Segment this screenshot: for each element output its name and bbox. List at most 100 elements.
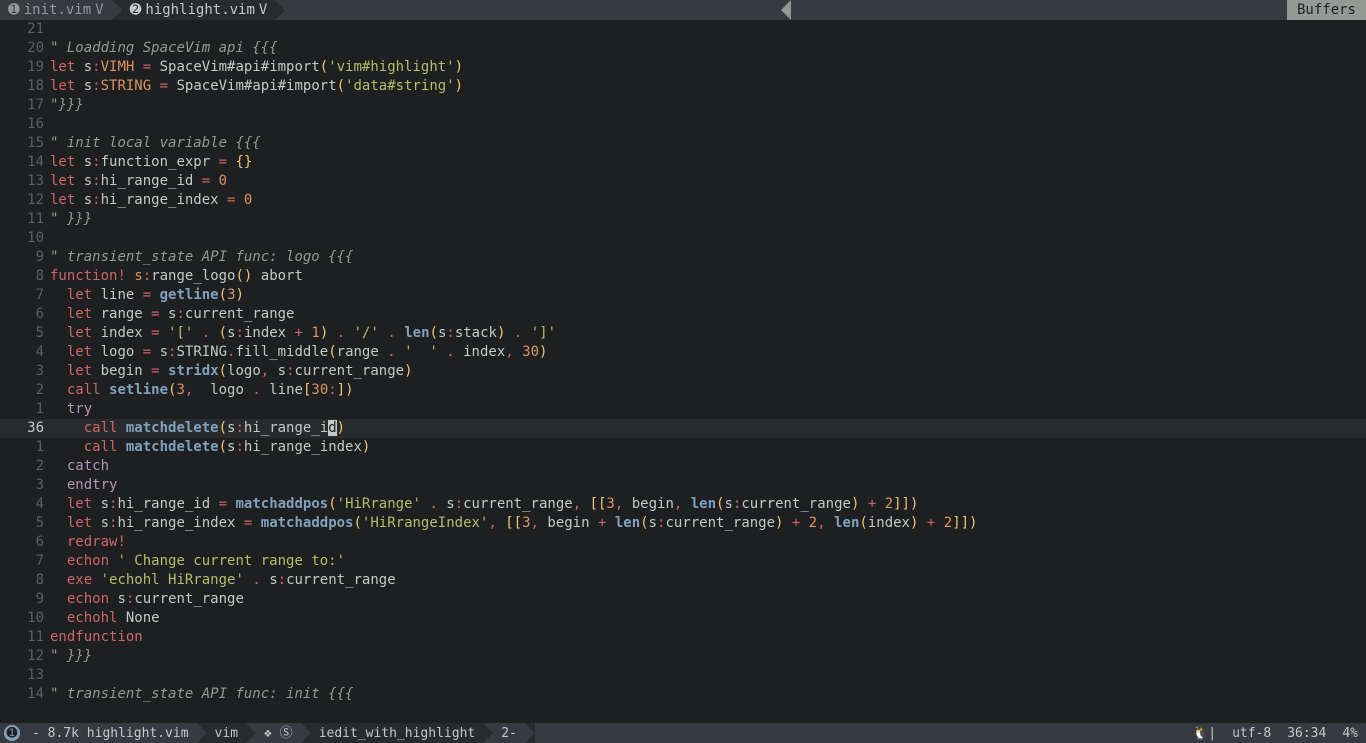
status-encoding: utf-8 — [1224, 723, 1279, 743]
code-line[interactable]: 8function! s:range_logo() abort — [0, 267, 1366, 286]
code-line[interactable]: 18let s:STRING = SpaceVim#api#import('da… — [0, 77, 1366, 96]
status-separator — [301, 723, 311, 743]
code-line[interactable]: 21 — [0, 20, 1366, 39]
tab-number: ➋ — [130, 1, 142, 20]
code-content: redraw! — [50, 533, 1366, 552]
code-line[interactable]: 13 — [0, 666, 1366, 685]
code-content: call setline(3, logo . line[30:]) — [50, 381, 1366, 400]
vim-icon: V — [95, 1, 103, 20]
code-line[interactable]: 20" Loadding SpaceVim api {{{ — [0, 39, 1366, 58]
line-number: 10 — [0, 229, 50, 248]
line-number: 16 — [0, 115, 50, 134]
line-number: 12 — [0, 647, 50, 666]
code-line[interactable]: 36 call matchdelete(s:hi_range_id) — [0, 419, 1366, 438]
code-line[interactable]: 14let s:function_expr = {} — [0, 153, 1366, 172]
code-content: function! s:range_logo() abort — [50, 267, 1366, 286]
code-line[interactable]: 2 call setline(3, logo . line[30:]) — [0, 381, 1366, 400]
line-number: 6 — [0, 533, 50, 552]
code-line[interactable]: 4 let s:hi_range_id = matchaddpos('HiRra… — [0, 495, 1366, 514]
code-line[interactable]: 1 call matchdelete(s:hi_range_index) — [0, 438, 1366, 457]
tab-separator — [275, 0, 285, 20]
line-number: 21 — [0, 20, 50, 39]
line-number: 14 — [0, 685, 50, 704]
code-content: " Loadding SpaceVim api {{{ — [50, 39, 1366, 58]
code-line[interactable]: 11endfunction — [0, 628, 1366, 647]
code-line[interactable]: 9 echon s:current_range — [0, 590, 1366, 609]
status-os-icon: 🐧 | — [1184, 723, 1224, 743]
code-line[interactable]: 7 echon ' Change current range to:' — [0, 552, 1366, 571]
tab-init-vim[interactable]: ➊ init.vim V — [0, 0, 112, 20]
code-content: let range = s:current_range — [50, 305, 1366, 324]
line-number: 3 — [0, 476, 50, 495]
code-line[interactable]: 6 redraw! — [0, 533, 1366, 552]
code-content: "}}} — [50, 96, 1366, 115]
code-content: " transient_state API func: init {{{ — [50, 685, 1366, 704]
line-number: 7 — [0, 286, 50, 305]
status-file-info: - 8.7k highlight.vim — [24, 723, 197, 743]
line-number: 13 — [0, 666, 50, 685]
code-line[interactable]: 8 exe 'echohl HiRrange' . s:current_rang… — [0, 571, 1366, 590]
line-number: 9 — [0, 248, 50, 267]
code-line[interactable]: 9" transient_state API func: logo {{{ — [0, 248, 1366, 267]
code-content: let s:function_expr = {} — [50, 153, 1366, 172]
code-line[interactable]: 5 let index = '[' . (s:index + 1) . '/' … — [0, 324, 1366, 343]
tab-filename: highlight.vim — [145, 1, 255, 20]
line-number: 8 — [0, 267, 50, 286]
status-position: 36:34 — [1279, 723, 1334, 743]
code-line[interactable]: 4 let logo = s:STRING.fill_middle(range … — [0, 343, 1366, 362]
code-line[interactable]: 3 let begin = stridx(logo, s:current_ran… — [0, 362, 1366, 381]
line-number: 1 — [0, 400, 50, 419]
window-number-badge: ➊ — [4, 725, 20, 741]
code-line[interactable]: 10 echohl None — [0, 609, 1366, 628]
status-spell: ❖ Ⓢ — [256, 723, 301, 743]
code-content: call matchdelete(s:hi_range_id) — [50, 419, 1366, 438]
statusline: ➊ - 8.7k highlight.vim vim ❖ Ⓢ iedit_wit… — [0, 723, 1366, 743]
code-content — [50, 229, 1366, 248]
line-number: 8 — [0, 571, 50, 590]
line-number: 5 — [0, 514, 50, 533]
code-line[interactable]: 5 let s:hi_range_index = matchaddpos('Hi… — [0, 514, 1366, 533]
editor-pane[interactable]: 2120" Loadding SpaceVim api {{{19let s:V… — [0, 20, 1366, 723]
code-content: " init local variable {{{ — [50, 134, 1366, 153]
code-content: echon s:current_range — [50, 590, 1366, 609]
status-separator — [197, 723, 207, 743]
code-line[interactable]: 3 endtry — [0, 476, 1366, 495]
line-number: 17 — [0, 96, 50, 115]
code-line[interactable]: 1 try — [0, 400, 1366, 419]
code-content: let s:hi_range_index = 0 — [50, 191, 1366, 210]
status-separator — [525, 723, 535, 743]
code-line[interactable]: 12let s:hi_range_index = 0 — [0, 191, 1366, 210]
code-line[interactable]: 13let s:hi_range_id = 0 — [0, 172, 1366, 191]
tab-highlight-vim[interactable]: ➋ highlight.vim V — [122, 0, 276, 20]
line-number: 6 — [0, 305, 50, 324]
code-content: let logo = s:STRING.fill_middle(range . … — [50, 343, 1366, 362]
status-filetype: vim — [207, 723, 246, 743]
code-line[interactable]: 7 let line = getline(3) — [0, 286, 1366, 305]
line-number: 2 — [0, 457, 50, 476]
code-content: try — [50, 400, 1366, 419]
code-line[interactable]: 10 — [0, 229, 1366, 248]
code-content: " }}} — [50, 210, 1366, 229]
line-number: 3 — [0, 362, 50, 381]
code-line[interactable]: 11" }}} — [0, 210, 1366, 229]
code-line[interactable]: 19let s:VIMH = SpaceVim#api#import('vim#… — [0, 58, 1366, 77]
code-content: call matchdelete(s:hi_range_index) — [50, 438, 1366, 457]
buffers-label[interactable]: Buffers — [1287, 0, 1366, 20]
code-content: let s:hi_range_index = matchaddpos('HiRr… — [50, 514, 1366, 533]
code-content: let s:hi_range_id = matchaddpos('HiRrang… — [50, 495, 1366, 514]
vim-icon: V — [259, 1, 267, 20]
code-content: let s:hi_range_id = 0 — [50, 172, 1366, 191]
code-line[interactable]: 2 catch — [0, 457, 1366, 476]
code-line[interactable]: 12" }}} — [0, 647, 1366, 666]
code-line[interactable]: 17"}}} — [0, 96, 1366, 115]
code-content: let s:STRING = SpaceVim#api#import('data… — [50, 77, 1366, 96]
code-line[interactable]: 15" init local variable {{{ — [0, 134, 1366, 153]
status-branch: iedit_with_highlight — [311, 723, 484, 743]
code-content: " transient_state API func: logo {{{ — [50, 248, 1366, 267]
line-number: 10 — [0, 609, 50, 628]
line-number: 14 — [0, 153, 50, 172]
code-line[interactable]: 16 — [0, 115, 1366, 134]
code-content: let s:VIMH = SpaceVim#api#import('vim#hi… — [50, 58, 1366, 77]
code-line[interactable]: 14" transient_state API func: init {{{ — [0, 685, 1366, 704]
code-line[interactable]: 6 let range = s:current_range — [0, 305, 1366, 324]
